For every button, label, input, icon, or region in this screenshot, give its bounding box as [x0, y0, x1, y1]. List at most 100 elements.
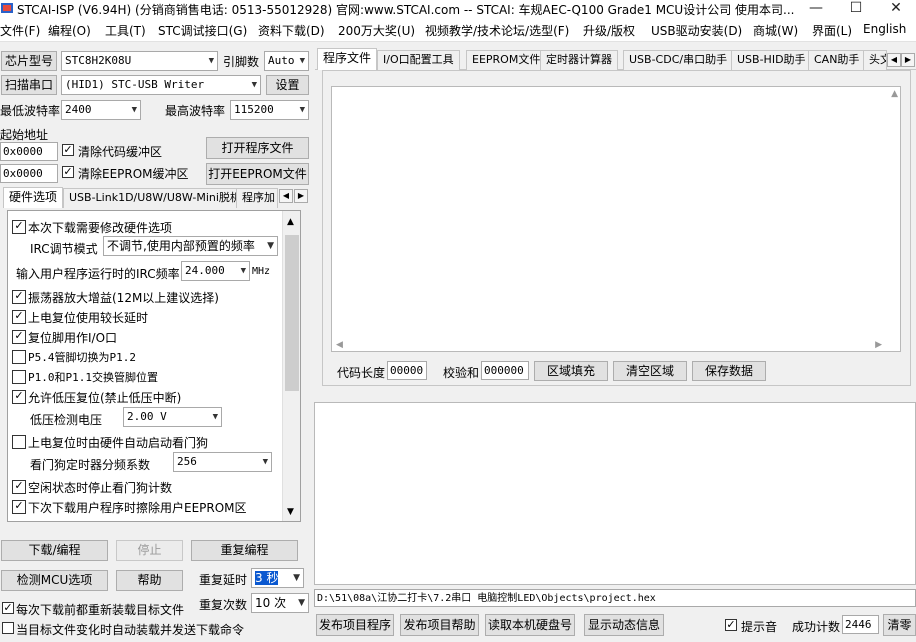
scroll-down-icon[interactable]: ▼ [287, 507, 294, 517]
menu-video[interactable]: 视频教学/技术论坛/选型(F) [425, 22, 569, 39]
tab-program-encrypt[interactable]: 程序加 [236, 188, 278, 208]
hardware-options-panel: ✓ 本次下载需要修改硬件选项 IRC调节模式 不调节,使用内部预置的频率 ▼ 输入用… [7, 210, 301, 522]
clear-eeprom-checkbox[interactable]: ✓ [62, 166, 74, 178]
menu-english[interactable]: English [863, 22, 906, 36]
clear-code-checkbox[interactable]: ✓ [62, 144, 74, 156]
clear-count-button[interactable]: 清零 [883, 614, 916, 636]
checksum-label: 校验和 [443, 366, 480, 380]
maximize-button[interactable]: ☐ [836, 0, 876, 18]
tab-usb-link[interactable]: USB-Link1D/U8W/U8W-Mini脱机 [63, 188, 247, 208]
code-address-field[interactable]: 0x0000 [0, 142, 58, 161]
option-checkbox[interactable]: ✓ [12, 310, 26, 324]
auto-send-checkbox[interactable] [2, 622, 14, 634]
irc-freq-value: 24.000 [185, 264, 225, 277]
tab-io-config[interactable]: I/O口配置工具 [377, 50, 460, 70]
publish-program-button[interactable]: 发布项目程序 [316, 614, 394, 636]
eeprom-address-field[interactable]: 0x0000 [0, 164, 58, 183]
irc-freq-select[interactable]: 24.000 ▼ [181, 261, 250, 281]
editor-scroll-up-icon[interactable]: ▲ [891, 89, 898, 99]
pins-select[interactable]: Auto ▼ [264, 51, 309, 71]
tab-usb-hid[interactable]: USB-HID助手 [731, 50, 812, 70]
repeat-program-button[interactable]: 重复编程 [191, 540, 298, 561]
chip-model-select[interactable]: STC8H2K08U ▼ [61, 51, 218, 71]
options-scrollbar[interactable]: ▲ ▼ [282, 211, 300, 521]
tab-timer-calc[interactable]: 定时器计算器 [540, 50, 618, 70]
close-button[interactable]: ✕ [876, 0, 916, 18]
menu-file[interactable]: 文件(F) [0, 22, 40, 39]
repeat-count-select[interactable]: 10 次 ▼ [251, 593, 309, 613]
repeat-delay-select[interactable]: 3 秒 ▼ [251, 568, 304, 588]
show-dynamic-info-button[interactable]: 显示动态信息 [584, 614, 664, 636]
irc-mode-value: 不调节,使用内部预置的频率 [107, 239, 255, 253]
chip-model-value: STC8H2K08U [65, 54, 132, 67]
open-program-file-button[interactable]: 打开程序文件 [206, 137, 309, 159]
option-checkbox[interactable] [12, 435, 26, 449]
tab-scroll-right-icon[interactable]: ▶ [294, 189, 308, 203]
option-label: 振荡器放大增益(12M以上建议选择) [28, 291, 219, 305]
minimize-button[interactable]: — [796, 0, 836, 18]
reload-before-download-checkbox[interactable]: ✓ [2, 602, 14, 614]
stop-button[interactable]: 停止 [116, 540, 183, 561]
repeat-delay-label: 重复延时 [199, 573, 248, 587]
option-checkbox[interactable] [12, 350, 26, 364]
help-button[interactable]: 帮助 [116, 570, 183, 591]
settings-button[interactable]: 设置 [266, 75, 309, 95]
menu-prize[interactable]: 200万大奖(U) [338, 22, 415, 39]
read-disk-id-button[interactable]: 读取本机硬盘号 [485, 614, 575, 636]
max-baud-label: 最高波特率 [165, 104, 226, 118]
menu-download[interactable]: 资料下载(D) [258, 22, 325, 39]
option-checkbox[interactable]: ✓ [12, 330, 26, 344]
detect-mcu-options-button[interactable]: 检测MCU选项 [1, 570, 108, 591]
repeat-count-value: 10 次 [255, 596, 287, 610]
scroll-up-icon[interactable]: ▲ [287, 217, 294, 227]
option-checkbox[interactable]: ✓ [12, 390, 26, 404]
tab-hardware-options[interactable]: 硬件选项 [3, 187, 64, 208]
tab-header-file[interactable]: 头文 [863, 50, 887, 70]
chevron-down-icon: ▼ [262, 457, 268, 467]
tab-program-file[interactable]: 程序文件 [317, 48, 378, 70]
menu-program[interactable]: 编程(O) [48, 22, 91, 39]
low-voltage-value: 2.00 V [127, 410, 167, 423]
irc-mode-select[interactable]: 不调节,使用内部预置的频率 ▼ [103, 236, 278, 256]
option-checkbox[interactable]: ✓ [12, 480, 26, 494]
port-select[interactable]: (HID1) STC-USB Writer ▼ [61, 75, 261, 95]
right-tab-scroll-right-icon[interactable]: ▶ [901, 53, 915, 67]
tab-can[interactable]: CAN助手 [808, 50, 866, 70]
min-baud-select[interactable]: 2400 ▼ [61, 100, 141, 120]
max-baud-value: 115200 [234, 103, 274, 116]
menu-ui[interactable]: 界面(L) [812, 22, 852, 39]
menu-tools[interactable]: 工具(T) [105, 22, 146, 39]
menu-shop[interactable]: 商城(W) [753, 22, 798, 39]
min-baud-label: 最低波特率 [0, 104, 61, 118]
scroll-thumb[interactable] [285, 235, 299, 391]
low-voltage-select[interactable]: 2.00 V ▼ [123, 407, 222, 427]
editor-scroll-left-icon[interactable]: ◀ [336, 340, 343, 350]
editor-scroll-right-icon[interactable]: ▶ [875, 340, 882, 350]
option-checkbox[interactable] [12, 370, 26, 384]
menu-usb-driver[interactable]: USB驱动安装(D) [651, 22, 742, 39]
tab-scroll-left-icon[interactable]: ◀ [279, 189, 293, 203]
fill-region-button[interactable]: 区域填充 [534, 361, 608, 381]
option-checkbox[interactable]: ✓ [12, 290, 26, 304]
irc-freq-label: 输入用户程序运行时的IRC频率 [16, 267, 180, 281]
menu-upgrade[interactable]: 升级/版权 [583, 22, 635, 39]
menu-debug[interactable]: STC调试接口(G) [158, 22, 247, 39]
option-checkbox[interactable]: ✓ [12, 500, 26, 514]
hex-editor-area[interactable]: ▲ ◀ ▶ [331, 86, 901, 352]
open-eeprom-file-button[interactable]: 打开EEPROM文件 [206, 163, 309, 185]
download-program-button[interactable]: 下载/编程 [1, 540, 108, 561]
publish-help-button[interactable]: 发布项目帮助 [400, 614, 479, 636]
output-log[interactable] [314, 402, 916, 585]
clear-region-button[interactable]: 清空区域 [613, 361, 687, 381]
scan-port-button[interactable]: 扫描串口 [1, 75, 57, 95]
tab-usb-cdc-serial[interactable]: USB-CDC/串口助手 [623, 50, 734, 70]
save-data-button[interactable]: 保存数据 [692, 361, 766, 381]
max-baud-select[interactable]: 115200 ▼ [230, 100, 309, 120]
watchdog-prescaler-select[interactable]: 256 ▼ [173, 452, 272, 472]
tab-eeprom-file[interactable]: EEPROM文件 [466, 50, 547, 70]
watchdog-prescaler-label: 看门狗定时器分频系数 [30, 458, 151, 472]
option-checkbox[interactable]: ✓ [12, 220, 26, 234]
beep-checkbox[interactable]: ✓ [725, 619, 737, 631]
chip-model-button[interactable]: 芯片型号 [1, 51, 57, 71]
right-tab-scroll-left-icon[interactable]: ◀ [887, 53, 901, 67]
